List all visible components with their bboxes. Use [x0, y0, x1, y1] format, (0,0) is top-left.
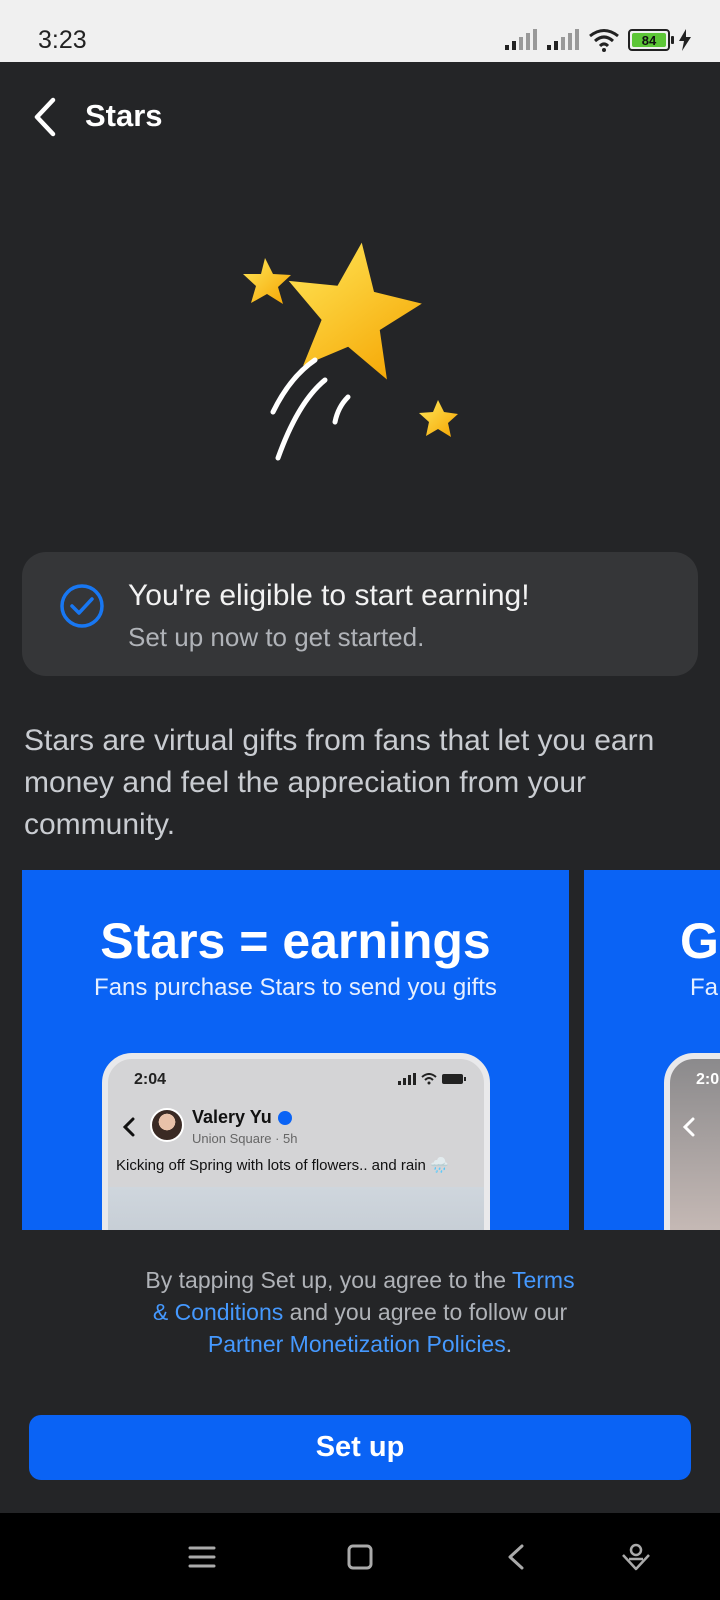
phone-mockup: 2:04 Valery Yu Union Square · 5h Kicking…: [102, 1053, 490, 1230]
slide-subtitle: Fa: [690, 974, 719, 1001]
signal-icon: [547, 29, 579, 50]
slide-subtitle: Fans purchase Stars to send you gifts: [94, 974, 497, 1001]
post-image: [108, 1187, 484, 1230]
back-arrow-icon: [122, 1117, 135, 1137]
status-icons: 84: [504, 28, 692, 52]
post-text: Kicking off Spring with lots of flowers.…: [116, 1157, 449, 1174]
battery-level: 84: [632, 33, 666, 48]
status-bar: 3:23 84: [0, 0, 720, 62]
stars-illustration: [230, 232, 480, 472]
nav-home-button[interactable]: [338, 1535, 382, 1579]
phone-time: 2:04: [134, 1071, 167, 1088]
phone-status-icons: [398, 1073, 466, 1085]
assistant-icon: [622, 1543, 650, 1571]
signal-icon: [398, 1073, 416, 1085]
eligibility-subtitle: Set up now to get started.: [128, 622, 425, 652]
menu-icon: [188, 1546, 216, 1568]
stars-description: Stars are virtual gifts from fans that l…: [24, 724, 655, 841]
charging-icon: [679, 29, 691, 51]
wifi-icon: [421, 1073, 437, 1085]
battery-icon: [442, 1074, 466, 1084]
back-button[interactable]: [20, 92, 70, 142]
slide-title: Stars = earnings: [100, 913, 491, 969]
avatar: [150, 1108, 184, 1142]
post-author: Valery Yu: [192, 1107, 292, 1128]
nav-assistant-button[interactable]: [614, 1535, 658, 1579]
legal-text-part: .: [505, 1331, 513, 1357]
phone-time: 2:0: [696, 1071, 720, 1088]
monetization-policies-link[interactable]: Partner Monetization Policies: [208, 1331, 506, 1357]
post-meta: Union Square · 5h: [192, 1131, 298, 1146]
status-time: 3:23: [38, 26, 87, 54]
eligibility-card: You're eligible to start earning! Set up…: [22, 552, 698, 676]
legal-text: By tapping Set up, you agree to the Term…: [140, 1264, 580, 1360]
feature-carousel[interactable]: Stars = earnings Fans purchase Stars to …: [0, 870, 720, 1230]
phone-mockup: 2:0: [664, 1053, 720, 1230]
signal-icon: [505, 29, 537, 50]
page-title: Stars: [85, 98, 163, 133]
legal-text-part: and you agree to follow our: [283, 1299, 568, 1325]
carousel-slide[interactable]: G Fa 2:0: [584, 870, 720, 1230]
carousel-slide[interactable]: Stars = earnings Fans purchase Stars to …: [22, 870, 569, 1230]
back-arrow-icon: [682, 1117, 695, 1137]
app-bar: Stars: [0, 62, 720, 172]
back-triangle-icon: [508, 1544, 524, 1570]
post-author-name: Valery Yu: [192, 1107, 272, 1127]
nav-back-button[interactable]: [494, 1535, 538, 1579]
nav-menu-button[interactable]: [180, 1535, 224, 1579]
check-circle-icon: [60, 584, 104, 628]
battery-icon: 84: [628, 29, 674, 51]
verified-badge-icon: [277, 1111, 292, 1126]
setup-button[interactable]: Set up: [29, 1415, 691, 1480]
home-square-icon: [347, 1544, 373, 1570]
slide-title: G: [680, 913, 719, 969]
back-arrow-icon: [34, 97, 56, 137]
system-nav-bar: [0, 1513, 720, 1600]
wifi-icon: [589, 29, 619, 52]
stars-icon: [243, 242, 458, 461]
legal-text-part: By tapping Set up, you agree to the: [145, 1267, 512, 1293]
eligibility-title: You're eligible to start earning!: [128, 579, 530, 612]
